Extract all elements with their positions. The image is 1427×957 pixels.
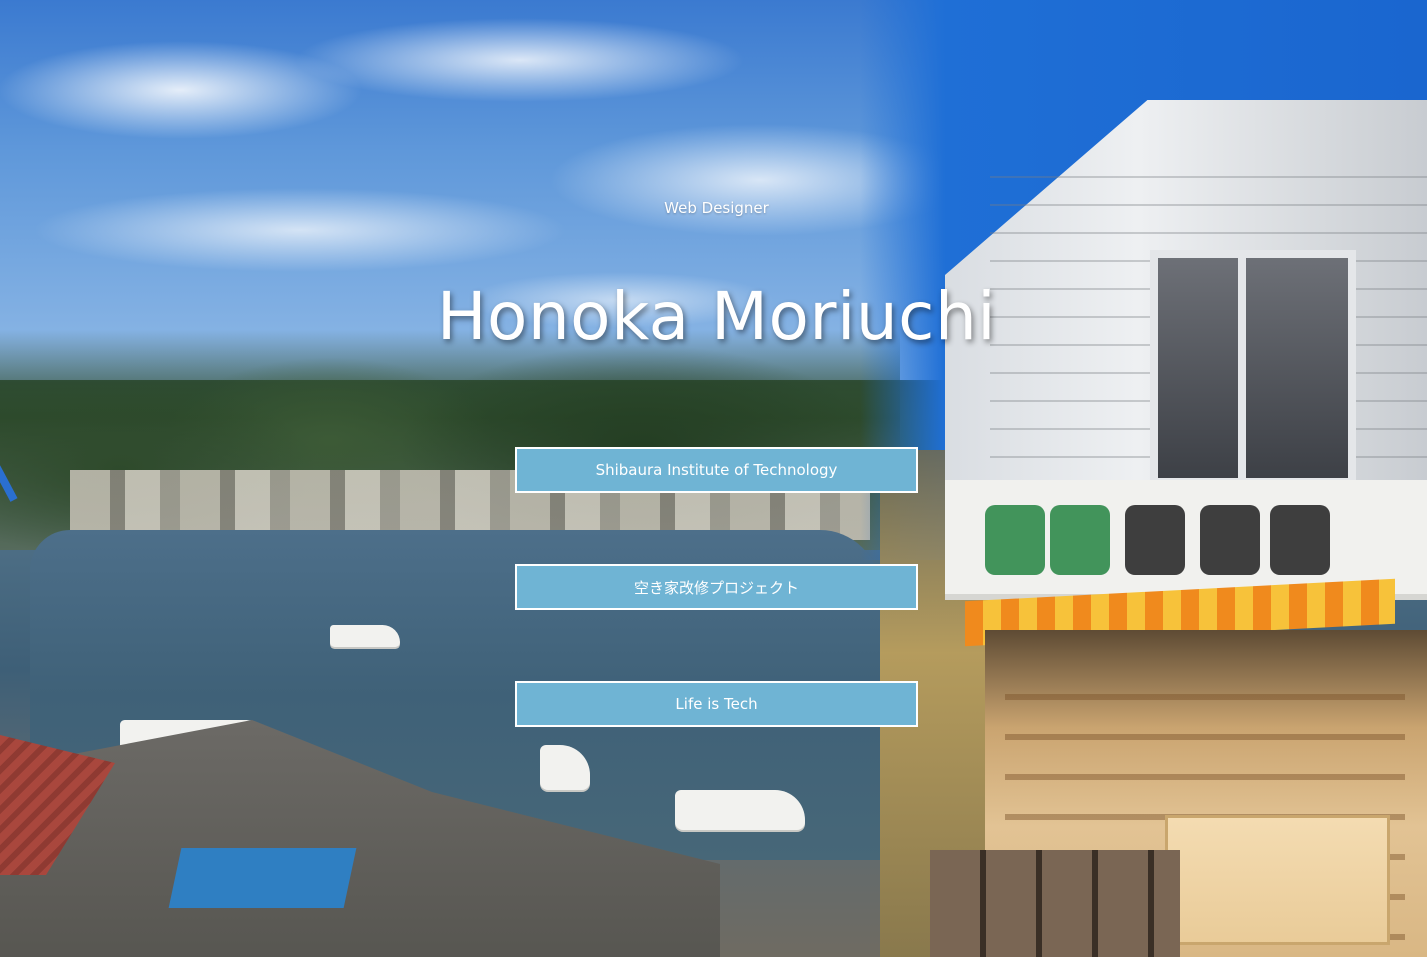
hero-name: Honoka Moriuchi xyxy=(436,278,997,355)
hero-section: Web Designer Honoka Moriuchi Shibaura In… xyxy=(0,0,1427,957)
link-button-life-is-tech[interactable]: Life is Tech xyxy=(515,681,918,727)
hero-role: Web Designer xyxy=(664,199,769,217)
hero-content: Web Designer Honoka Moriuchi Shibaura In… xyxy=(0,0,1427,957)
link-button-shibaura[interactable]: Shibaura Institute of Technology xyxy=(515,447,918,493)
link-button-akiya-project[interactable]: 空き家改修プロジェクト xyxy=(515,564,918,610)
